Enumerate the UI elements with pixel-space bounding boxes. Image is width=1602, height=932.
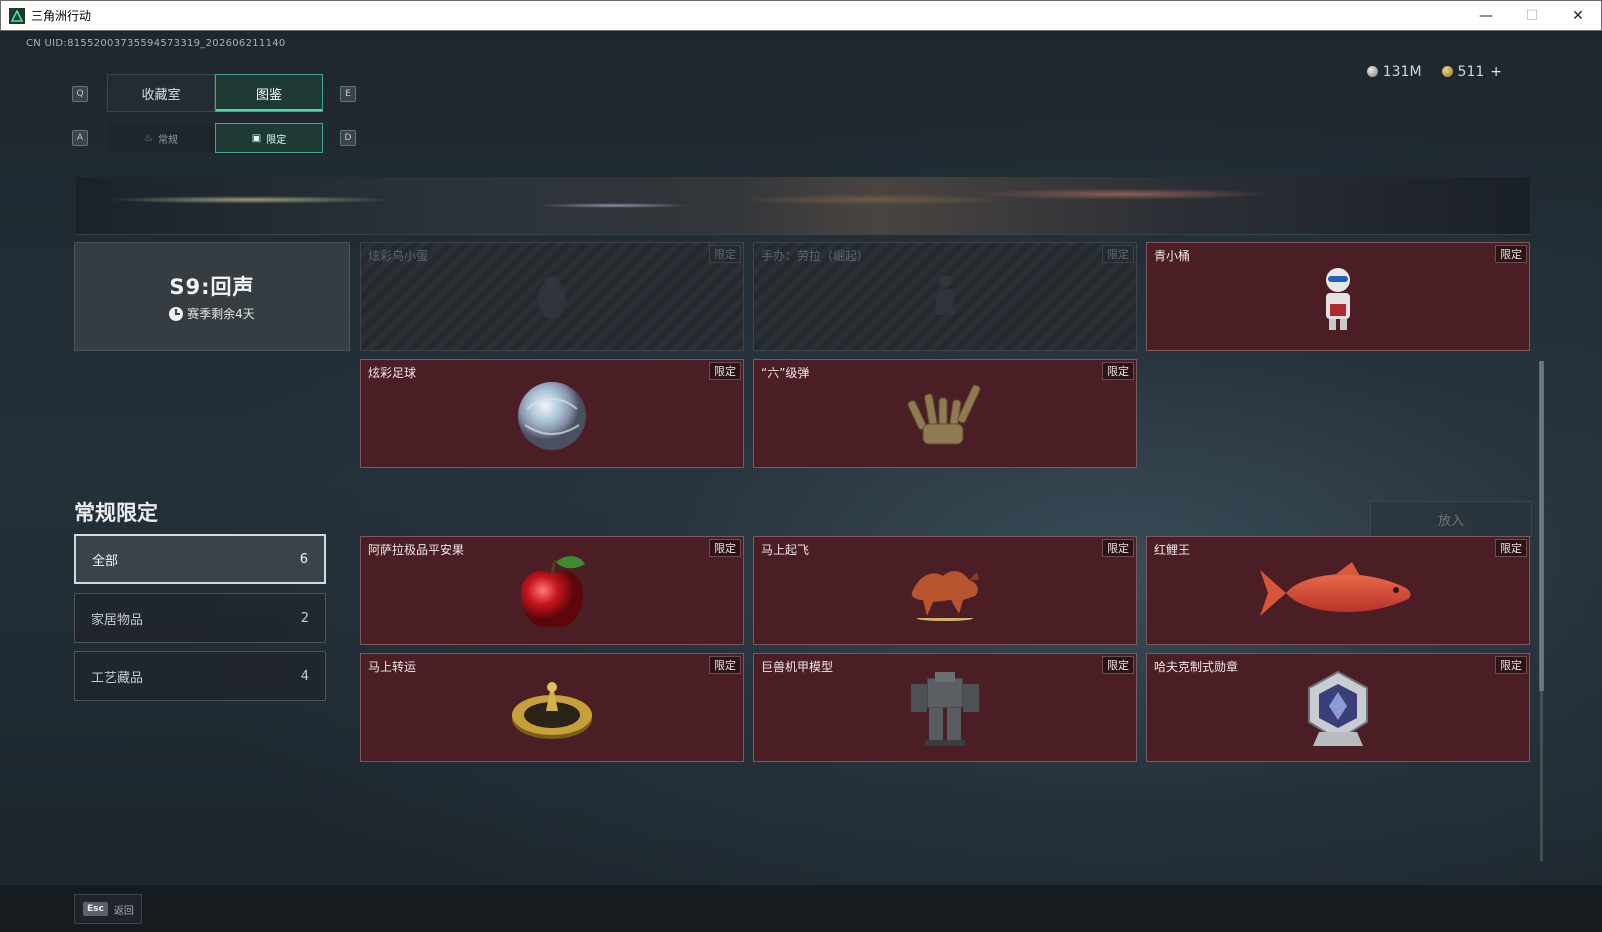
season-remaining: 赛季剩余4天: [169, 305, 255, 322]
limited-tag: 限定: [709, 245, 741, 263]
item-name: 炫彩足球: [368, 366, 417, 380]
key-e-hint: E: [340, 86, 356, 102]
close-button[interactable]: ✕: [1555, 1, 1601, 30]
item-card-horse-takeoff[interactable]: 马上起飞 限定: [753, 536, 1137, 645]
maximize-button[interactable]: ☐: [1509, 1, 1555, 30]
tab-limited-label: 限定: [266, 134, 287, 146]
limited-tag: 限定: [709, 656, 741, 674]
item-card-mech-model[interactable]: 巨兽机甲模型 限定: [753, 653, 1137, 762]
footer-bar: Esc 返回: [0, 884, 1602, 932]
item-name: 青小桶: [1154, 249, 1191, 263]
medal-icon: [1303, 670, 1373, 754]
season-remaining-text: 赛季剩余4天: [187, 307, 255, 321]
filter-home-items[interactable]: 家居物品 2: [74, 593, 326, 643]
filter-label: 工艺藏品: [91, 670, 144, 686]
add-currency-button[interactable]: +: [1490, 64, 1502, 80]
item-card-figure-lara[interactable]: 手办：劳拉（崛起） 限定: [753, 242, 1137, 351]
place-button[interactable]: 放入: [1370, 501, 1532, 537]
window-titlebar: 三角洲行动 — ☐ ✕: [0, 0, 1602, 31]
key-a-hint: A: [72, 130, 88, 146]
limited-tag: 限定: [1102, 539, 1134, 557]
carp-fish-icon: [1256, 560, 1420, 630]
item-card-horse-fortune[interactable]: 马上转运 限定: [360, 653, 744, 762]
item-card-apple[interactable]: 阿萨拉极品平安果 限定: [360, 536, 744, 645]
window-title: 三角洲行动: [31, 9, 92, 23]
item-name: “六”级弹: [761, 366, 810, 380]
limited-tag: 限定: [1495, 656, 1527, 674]
silver-coin-icon: [1366, 66, 1378, 77]
minimize-button[interactable]: —: [1463, 1, 1509, 30]
filter-count: 2: [300, 610, 309, 626]
bullet-hand-icon: [903, 380, 987, 456]
tab-limited[interactable]: ▣ 限定: [215, 123, 323, 153]
esc-key-hint: Esc: [83, 902, 108, 916]
season-card: S9:回声 赛季剩余4天: [74, 242, 350, 351]
apple-icon: [515, 552, 589, 638]
season-banner-image: [76, 177, 1530, 235]
item-name: 阿萨拉极品平安果: [368, 543, 465, 557]
gold-coin-icon: [1441, 66, 1453, 77]
item-card-xuancai-zuqiu[interactable]: 炫彩足球 限定: [360, 359, 744, 468]
item-name: 马上起飞: [761, 543, 810, 557]
gold-currency: 511 +: [1441, 64, 1502, 80]
tab-regular-label: 常规: [157, 134, 178, 146]
filter-count: 6: [299, 551, 308, 567]
filter-craft-collectibles[interactable]: 工艺藏品 4: [74, 651, 326, 701]
robot-figure-icon: [1316, 264, 1360, 338]
key-d-hint: D: [340, 130, 356, 146]
gold-amount: 511: [1457, 64, 1485, 80]
mech-robot-icon: [905, 670, 985, 754]
limited-tag: 限定: [709, 539, 741, 557]
locked-figure-icon: [925, 271, 965, 331]
season-title: S9:回声: [169, 275, 255, 299]
horse-statue-icon: [903, 560, 987, 630]
limited-tag: 限定: [1102, 245, 1134, 263]
filter-count: 4: [300, 668, 309, 684]
item-card-haavk-medal[interactable]: 哈夫克制式勋章 限定: [1146, 653, 1530, 762]
filter-all[interactable]: 全部 6: [74, 534, 326, 584]
item-name: 红鲤王: [1154, 543, 1191, 557]
limited-tag: 限定: [1102, 656, 1134, 674]
tab-collection-room[interactable]: 收藏室: [107, 74, 215, 112]
flame-icon: ♨: [144, 132, 153, 144]
currency-bar: 131M 511 +: [1366, 64, 1502, 80]
item-card-xuancai-wudan[interactable]: 炫彩乌小蛋 限定: [360, 242, 744, 351]
silver-currency: 131M: [1366, 64, 1422, 80]
item-name: 哈夫克制式勋章: [1154, 660, 1239, 674]
item-name: 手办：劳拉（崛起）: [761, 249, 870, 263]
item-name: 马上转运: [368, 660, 417, 674]
tab-codex[interactable]: 图鉴: [215, 74, 323, 112]
filter-label: 全部: [92, 553, 119, 569]
locked-figure-icon: [527, 269, 577, 333]
tab-regular[interactable]: ♨ 常规: [107, 123, 215, 153]
limited-tag: 限定: [1495, 245, 1527, 263]
back-label: 返回: [113, 905, 134, 917]
filter-label: 家居物品: [91, 612, 144, 628]
section-title: 常规限定: [74, 501, 158, 525]
item-name: 巨兽机甲模型: [761, 660, 834, 674]
app-logo-icon: [9, 7, 25, 24]
back-button[interactable]: Esc 返回: [74, 894, 142, 924]
limited-tag: 限定: [1102, 362, 1134, 380]
item-card-qing-xiaotong[interactable]: 青小桶 限定: [1146, 242, 1530, 351]
image-icon: ▣: [251, 132, 262, 144]
sub-tabs: ♨ 常规 ▣ 限定: [107, 123, 323, 153]
main-tabs: 收藏室 图鉴: [107, 74, 323, 112]
clock-icon: [169, 306, 184, 321]
spinning-disc-icon: [510, 677, 594, 747]
scrollbar-thumb[interactable]: [1539, 361, 1544, 691]
item-card-liu-ji-dan[interactable]: “六”级弹 限定: [753, 359, 1137, 468]
item-card-red-carp-king[interactable]: 红鲤王 限定: [1146, 536, 1530, 645]
limited-tag: 限定: [1495, 539, 1527, 557]
silver-amount: 131M: [1382, 64, 1422, 80]
limited-tag: 限定: [709, 362, 741, 380]
key-q-hint: Q: [72, 86, 88, 102]
item-name: 炫彩乌小蛋: [368, 249, 429, 263]
uid-label: CN UID:8155200373559457331​9_20260621114…: [26, 38, 286, 49]
iridescent-ball-icon: [515, 379, 589, 457]
game-viewport: CN UID:8155200373559457331​9_20260621114…: [0, 31, 1602, 932]
